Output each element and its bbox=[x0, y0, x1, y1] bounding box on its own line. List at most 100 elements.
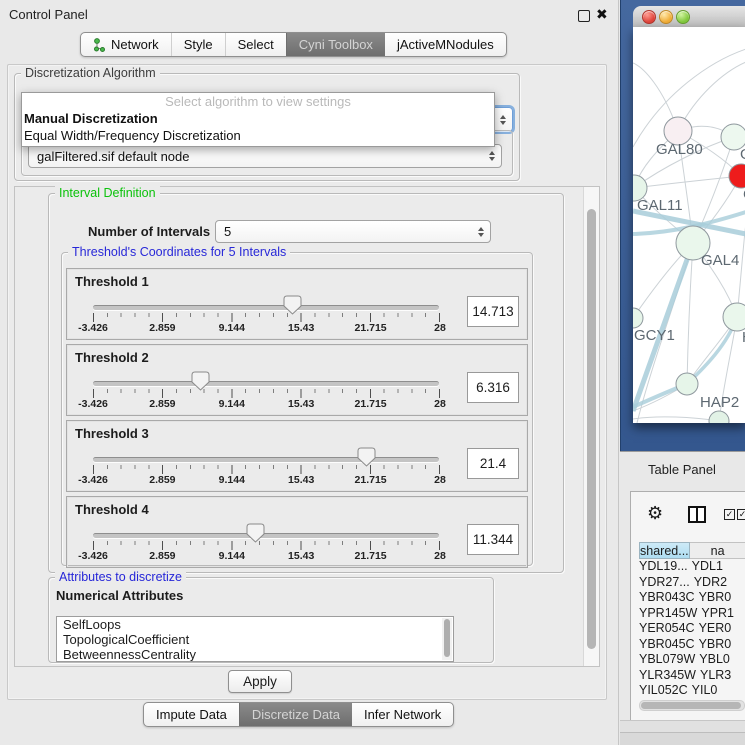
cell-name[interactable]: YPR1 bbox=[697, 606, 745, 622]
mac-minimize-button[interactable] bbox=[659, 10, 673, 24]
list-scrollbar[interactable] bbox=[442, 618, 452, 660]
cell-name[interactable]: YDR2 bbox=[690, 575, 745, 591]
column-header-shared-name[interactable]: shared... bbox=[639, 542, 690, 559]
cell-name[interactable]: YDL1 bbox=[688, 559, 745, 575]
node-label: HAP2 bbox=[700, 394, 739, 411]
table-row[interactable]: YBR043CYBR0 bbox=[639, 590, 745, 606]
columns-icon[interactable] bbox=[688, 506, 706, 523]
network-node-gcy1[interactable] bbox=[633, 308, 643, 328]
column-header-name[interactable]: na bbox=[690, 542, 745, 559]
cell-shared-name[interactable]: YBL079W bbox=[639, 652, 695, 668]
threshold-panel: Threshold 1 -3.4262.8599.14415.4321.7152… bbox=[66, 268, 528, 340]
threshold-value-field[interactable]: 6.316 bbox=[467, 372, 519, 403]
table-row[interactable]: YDL19...YDL1 bbox=[639, 559, 745, 575]
attribute-item[interactable]: SelfLoops bbox=[57, 617, 453, 632]
attribute-item[interactable]: BetweennessCentrality bbox=[57, 647, 453, 662]
table-row[interactable]: YPR145WYPR1 bbox=[639, 606, 745, 622]
mac-close-button[interactable] bbox=[642, 10, 656, 24]
threshold-slider-track[interactable] bbox=[93, 305, 439, 310]
tab-discretize-data[interactable]: Discretize Data bbox=[239, 703, 352, 726]
checkbox-icon[interactable]: ✓ bbox=[737, 509, 745, 520]
cell-name[interactable]: YBL0 bbox=[695, 652, 745, 668]
numerical-attributes-list[interactable]: SelfLoopsTopologicalCoefficientBetweenne… bbox=[56, 616, 454, 662]
table-row[interactable]: YER054CYER0 bbox=[639, 621, 745, 637]
threshold-value-field[interactable]: 14.713 bbox=[467, 296, 519, 327]
network-node-c[interactable] bbox=[729, 164, 745, 188]
threshold-panel: Threshold 2 -3.4262.8599.14415.4321.7152… bbox=[66, 344, 528, 416]
dropdown-option[interactable]: Equal Width/Frequency Discretization bbox=[22, 127, 494, 144]
threshold-slider-thumb[interactable] bbox=[357, 447, 376, 467]
threshold-label: Threshold 4 bbox=[75, 502, 149, 517]
tab-infer-network[interactable]: Infer Network bbox=[352, 703, 453, 726]
tab-network[interactable]: Network bbox=[81, 33, 171, 56]
table-data-combobox[interactable]: galFiltered.sif default node bbox=[28, 144, 502, 168]
threshold-slider-track[interactable] bbox=[93, 381, 439, 386]
cell-shared-name[interactable]: YBR043C bbox=[639, 590, 695, 606]
threshold-slider-thumb[interactable] bbox=[283, 295, 302, 315]
network-view-canvas[interactable]: GAL80GACGAL11GAL4GCY1HHAP2 bbox=[633, 27, 745, 423]
number-of-intervals-combobox[interactable]: 5 bbox=[215, 220, 491, 243]
threshold-value-field[interactable]: 11.344 bbox=[467, 524, 519, 555]
settings-scrollpane: Interval Definition Number of Intervals … bbox=[14, 186, 600, 667]
table-row[interactable]: YIL052CYIL0 bbox=[639, 683, 745, 698]
tab-style[interactable]: Style bbox=[171, 33, 225, 56]
threshold-slider-thumb[interactable] bbox=[246, 523, 265, 543]
table-row[interactable]: YBR045CYBR0 bbox=[639, 637, 745, 653]
tick-label: 21.715 bbox=[355, 398, 387, 410]
mac-zoom-button[interactable] bbox=[676, 10, 690, 24]
window-title: Control Panel bbox=[9, 7, 88, 22]
table-row[interactable]: YBL079WYBL0 bbox=[639, 652, 745, 668]
apply-button[interactable]: Apply bbox=[228, 670, 292, 693]
group-label: Discretization Algorithm bbox=[21, 66, 160, 81]
cell-name[interactable]: YIL0 bbox=[688, 683, 745, 698]
float-window-icon[interactable] bbox=[578, 10, 590, 22]
list-scrollbar-thumb[interactable] bbox=[444, 619, 450, 657]
network-node-h[interactable] bbox=[723, 303, 745, 331]
table-panel-footer-strip bbox=[620, 732, 745, 745]
threshold-slider-track[interactable] bbox=[93, 457, 439, 462]
tick-label: -3.426 bbox=[78, 474, 108, 486]
table-row[interactable]: YLR345WYLR3 bbox=[639, 668, 745, 684]
cell-name[interactable]: YER0 bbox=[695, 621, 745, 637]
tick-label: 15.43 bbox=[288, 550, 314, 562]
threshold-panel: Threshold 4 -3.4262.8599.14415.4321.7152… bbox=[66, 496, 528, 568]
threshold-slider-track[interactable] bbox=[93, 533, 439, 538]
attribute-item[interactable]: TopologicalCoefficient bbox=[57, 632, 453, 647]
network-node-hap2[interactable] bbox=[676, 373, 698, 395]
tab-select[interactable]: Select bbox=[225, 33, 286, 56]
close-icon[interactable]: ✖ bbox=[596, 6, 608, 23]
tab-jactivemnodules[interactable]: jActiveMNodules bbox=[385, 33, 506, 56]
threshold-value-field[interactable]: 21.4 bbox=[467, 448, 519, 479]
dropdown-placeholder-option[interactable]: Select algorithm to view settings bbox=[22, 93, 494, 110]
network-node[interactable] bbox=[709, 411, 729, 423]
cell-name[interactable]: YLR3 bbox=[696, 668, 745, 684]
cell-shared-name[interactable]: YDR27... bbox=[639, 575, 690, 591]
bottom-tab-bar: Impute Data Discretize Data Infer Networ… bbox=[143, 702, 454, 727]
cell-shared-name[interactable]: YER054C bbox=[639, 621, 695, 637]
tick-label: 2.859 bbox=[149, 474, 175, 486]
network-edge[interactable] bbox=[633, 417, 719, 421]
checkbox-icon[interactable]: ✓ bbox=[724, 509, 735, 520]
gear-icon[interactable]: ⚙ bbox=[647, 504, 663, 522]
cell-shared-name[interactable]: YIL052C bbox=[639, 683, 688, 698]
cell-shared-name[interactable]: YBR045C bbox=[639, 637, 695, 653]
table-panel-body: ⚙ ✓ ✓ shared... na YDL19...YDL1YDR27...Y… bbox=[630, 491, 745, 722]
network-edge[interactable] bbox=[634, 176, 741, 188]
horizontal-scrollbar-thumb[interactable] bbox=[641, 702, 741, 709]
tab-cyni-toolbox[interactable]: Cyni Toolbox bbox=[286, 33, 385, 56]
dropdown-option[interactable]: Manual Discretization bbox=[22, 110, 494, 127]
tab-label: jActiveMNodules bbox=[397, 33, 494, 56]
cell-shared-name[interactable]: YLR345W bbox=[639, 668, 696, 684]
cell-name[interactable]: YBR0 bbox=[695, 590, 745, 606]
cell-shared-name[interactable]: YDL19... bbox=[639, 559, 688, 575]
tick-label: 28 bbox=[434, 550, 446, 562]
tab-impute-data[interactable]: Impute Data bbox=[144, 703, 239, 726]
cell-name[interactable]: YBR0 bbox=[695, 637, 745, 653]
node-label: GAL11 bbox=[637, 197, 683, 214]
threshold-slider-thumb[interactable] bbox=[191, 371, 210, 391]
vertical-scrollbar-thumb[interactable] bbox=[587, 209, 596, 649]
horizontal-scrollbar[interactable] bbox=[639, 700, 745, 711]
cell-shared-name[interactable]: YPR145W bbox=[639, 606, 697, 622]
table-row[interactable]: YDR27...YDR2 bbox=[639, 575, 745, 591]
vertical-scrollbar[interactable] bbox=[583, 187, 599, 666]
